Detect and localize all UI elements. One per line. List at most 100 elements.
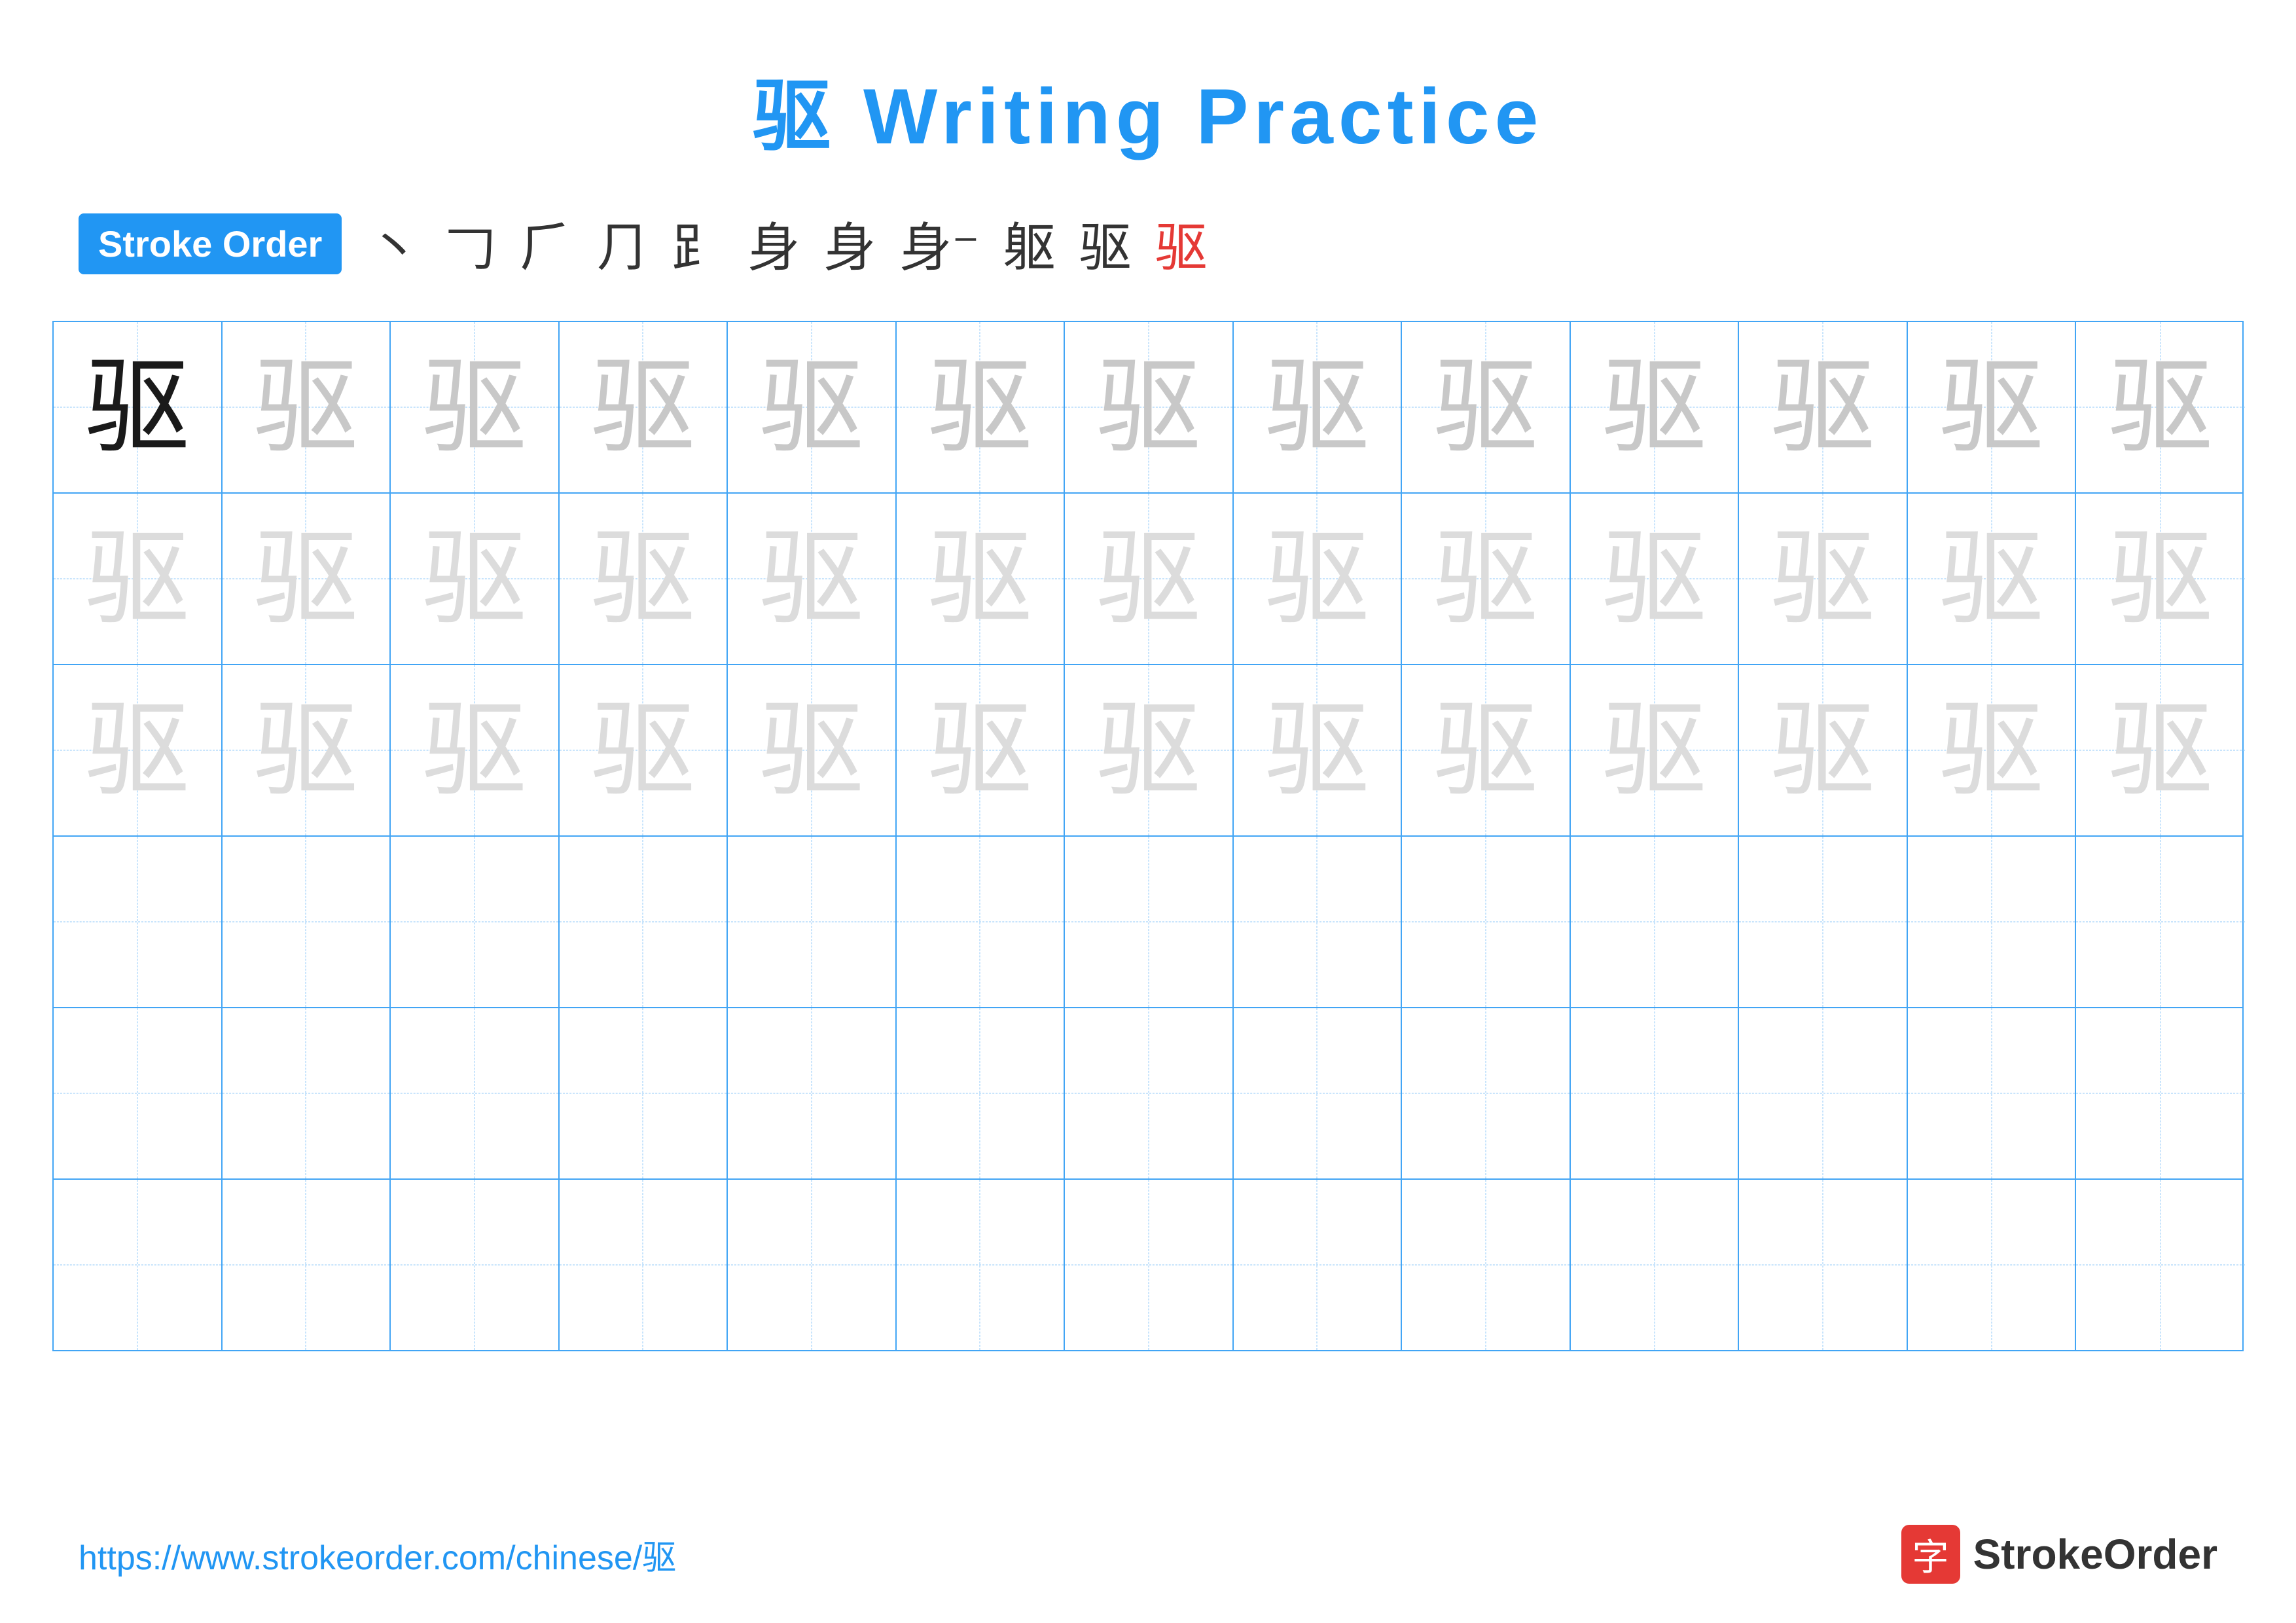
grid-cell-1-8[interactable]: 驱: [1234, 322, 1403, 492]
grid-cell-4-5[interactable]: [728, 837, 897, 1007]
grid-cell-5-8[interactable]: [1234, 1008, 1403, 1178]
grid-cell-3-5[interactable]: 驱: [728, 665, 897, 835]
grid-row-2: 驱 驱 驱 驱 驱 驱 驱 驱 驱 驱 驱 驱: [54, 494, 2242, 665]
grid-cell-3-10[interactable]: 驱: [1571, 665, 1740, 835]
grid-cell-3-9[interactable]: 驱: [1402, 665, 1571, 835]
grid-cell-4-6[interactable]: [897, 837, 1066, 1007]
grid-cell-6-8[interactable]: [1234, 1180, 1403, 1350]
grid-cell-6-6[interactable]: [897, 1180, 1066, 1350]
grid-cell-6-9[interactable]: [1402, 1180, 1571, 1350]
grid-cell-2-8[interactable]: 驱: [1234, 494, 1403, 664]
character-guide: 驱: [590, 355, 695, 460]
grid-cell-2-3[interactable]: 驱: [391, 494, 560, 664]
grid-cell-1-7[interactable]: 驱: [1065, 322, 1234, 492]
grid-cell-1-10[interactable]: 驱: [1571, 322, 1740, 492]
character-guide: 驱: [422, 698, 527, 803]
character-guide: 驱: [1265, 355, 1369, 460]
character-guide: 驱: [1096, 355, 1201, 460]
grid-cell-4-8[interactable]: [1234, 837, 1403, 1007]
character-guide: 驱: [85, 698, 190, 803]
stroke-10: 驱: [1079, 206, 1132, 282]
character-guide: 驱: [1265, 526, 1369, 631]
grid-cell-5-5[interactable]: [728, 1008, 897, 1178]
grid-cell-1-12[interactable]: 驱: [1908, 322, 2077, 492]
grid-cell-2-4[interactable]: 驱: [560, 494, 728, 664]
grid-cell-5-4[interactable]: [560, 1008, 728, 1178]
grid-cell-6-4[interactable]: [560, 1180, 728, 1350]
stroke-2: 𠃌: [444, 206, 496, 282]
grid-cell-3-8[interactable]: 驱: [1234, 665, 1403, 835]
grid-cell-1-2[interactable]: 驱: [223, 322, 391, 492]
grid-cell-1-4[interactable]: 驱: [560, 322, 728, 492]
grid-cell-4-3[interactable]: [391, 837, 560, 1007]
grid-cell-5-3[interactable]: [391, 1008, 560, 1178]
grid-cell-4-1[interactable]: [54, 837, 223, 1007]
grid-cell-6-13[interactable]: [2076, 1180, 2245, 1350]
grid-cell-1-5[interactable]: 驱: [728, 322, 897, 492]
character-guide: 驱: [1433, 698, 1538, 803]
grid-cell-2-13[interactable]: 驱: [2076, 494, 2245, 664]
grid-cell-5-7[interactable]: [1065, 1008, 1234, 1178]
grid-cell-2-10[interactable]: 驱: [1571, 494, 1740, 664]
character-guide: 驱: [590, 526, 695, 631]
grid-cell-4-2[interactable]: [223, 837, 391, 1007]
grid-cell-1-9[interactable]: 驱: [1402, 322, 1571, 492]
footer-url[interactable]: https://www.strokeorder.com/chinese/驱: [79, 1530, 676, 1579]
grid-cell-2-2[interactable]: 驱: [223, 494, 391, 664]
grid-cell-5-1[interactable]: [54, 1008, 223, 1178]
grid-cell-1-13[interactable]: 驱: [2076, 322, 2245, 492]
grid-cell-6-5[interactable]: [728, 1180, 897, 1350]
grid-cell-6-3[interactable]: [391, 1180, 560, 1350]
grid-cell-5-2[interactable]: [223, 1008, 391, 1178]
character-guide: 驱: [759, 526, 864, 631]
grid-cell-5-11[interactable]: [1739, 1008, 1908, 1178]
grid-cell-5-13[interactable]: [2076, 1008, 2245, 1178]
character-guide: 驱: [1096, 526, 1201, 631]
grid-cell-3-3[interactable]: 驱: [391, 665, 560, 835]
grid-cell-3-13[interactable]: 驱: [2076, 665, 2245, 835]
grid-cell-4-10[interactable]: [1571, 837, 1740, 1007]
grid-cell-3-4[interactable]: 驱: [560, 665, 728, 835]
grid-cell-4-11[interactable]: [1739, 837, 1908, 1007]
grid-cell-5-9[interactable]: [1402, 1008, 1571, 1178]
grid-cell-4-13[interactable]: [2076, 837, 2245, 1007]
character-guide: 驱: [1602, 355, 1707, 460]
grid-cell-6-1[interactable]: [54, 1180, 223, 1350]
grid-cell-3-1[interactable]: 驱: [54, 665, 223, 835]
grid-cell-2-9[interactable]: 驱: [1402, 494, 1571, 664]
grid-cell-5-12[interactable]: [1908, 1008, 2077, 1178]
grid-cell-1-6[interactable]: 驱: [897, 322, 1066, 492]
grid-cell-1-1[interactable]: 驱: [54, 322, 223, 492]
grid-cell-3-7[interactable]: 驱: [1065, 665, 1234, 835]
grid-cell-3-6[interactable]: 驱: [897, 665, 1066, 835]
practice-grid: 驱 驱 驱 驱 驱 驱 驱 驱 驱 驱 驱 驱: [52, 321, 2244, 1351]
character-guide: 驱: [759, 355, 864, 460]
grid-cell-4-12[interactable]: [1908, 837, 2077, 1007]
grid-cell-3-2[interactable]: 驱: [223, 665, 391, 835]
grid-cell-2-12[interactable]: 驱: [1908, 494, 2077, 664]
grid-cell-6-10[interactable]: [1571, 1180, 1740, 1350]
grid-cell-1-11[interactable]: 驱: [1739, 322, 1908, 492]
grid-cell-2-11[interactable]: 驱: [1739, 494, 1908, 664]
grid-cell-5-10[interactable]: [1571, 1008, 1740, 1178]
grid-cell-6-2[interactable]: [223, 1180, 391, 1350]
footer-logo: 字 StrokeOrder: [1901, 1525, 2217, 1584]
grid-cell-4-4[interactable]: [560, 837, 728, 1007]
stroke-11: 驱: [1155, 206, 1208, 282]
grid-cell-4-7[interactable]: [1065, 837, 1234, 1007]
grid-cell-2-7[interactable]: 驱: [1065, 494, 1234, 664]
grid-cell-1-3[interactable]: 驱: [391, 322, 560, 492]
grid-cell-6-12[interactable]: [1908, 1180, 2077, 1350]
grid-cell-2-1[interactable]: 驱: [54, 494, 223, 664]
character-guide: 驱: [253, 526, 358, 631]
grid-cell-2-6[interactable]: 驱: [897, 494, 1066, 664]
grid-cell-6-11[interactable]: [1739, 1180, 1908, 1350]
character-guide: 驱: [1770, 526, 1875, 631]
character-guide: 驱: [1602, 526, 1707, 631]
grid-cell-6-7[interactable]: [1065, 1180, 1234, 1350]
grid-cell-4-9[interactable]: [1402, 837, 1571, 1007]
grid-cell-5-6[interactable]: [897, 1008, 1066, 1178]
grid-cell-3-12[interactable]: 驱: [1908, 665, 2077, 835]
grid-cell-3-11[interactable]: 驱: [1739, 665, 1908, 835]
grid-cell-2-5[interactable]: 驱: [728, 494, 897, 664]
